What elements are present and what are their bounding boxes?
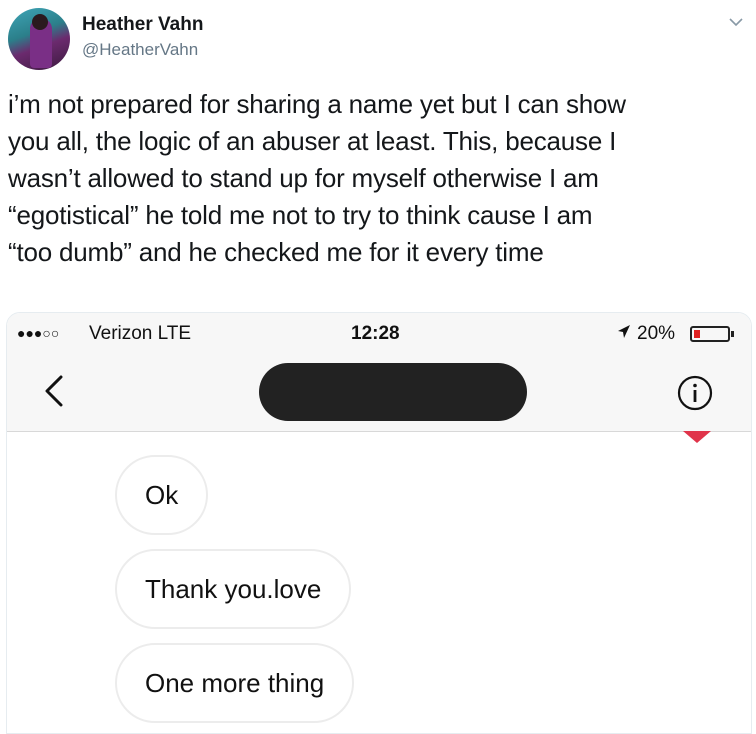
- unread-marker: [683, 431, 711, 443]
- tweet-text: i’m not prepared for sharing a name yet …: [8, 86, 748, 271]
- tweet-text-line: wasn’t allowed to stand up for myself ot…: [8, 163, 599, 193]
- avatar[interactable]: [8, 8, 70, 70]
- message-bubble[interactable]: One more thing: [115, 643, 355, 723]
- message-bubble[interactable]: Ok: [115, 455, 209, 535]
- tweet-text-line: “egotistical” he told me not to try to t…: [8, 200, 593, 230]
- tweet-text-line: i’m not prepared for sharing a name yet …: [8, 89, 626, 119]
- redacted-contact-name: [259, 363, 527, 421]
- attached-screenshot[interactable]: ●●●○○ Verizon LTE 12:28 20% Ok Thank you…: [6, 312, 752, 734]
- status-time: 12:28: [351, 323, 400, 344]
- conversation-nav-bar: [7, 353, 751, 432]
- info-icon[interactable]: [675, 373, 715, 413]
- location-arrow-icon: [618, 325, 630, 338]
- signal-strength-icon: ●●●○○: [17, 325, 60, 341]
- author-name[interactable]: Heather Vahn: [82, 14, 203, 36]
- carrier-label: Verizon LTE: [89, 323, 192, 344]
- tweet-text-line: “too dumb” and he checked me for it ever…: [8, 237, 544, 267]
- tweet-text-line: you all, the logic of an abuser at least…: [8, 126, 617, 156]
- phone-status-bar: ●●●○○ Verizon LTE 12:28 20%: [7, 313, 751, 353]
- chevron-left-icon[interactable]: [35, 371, 75, 411]
- battery-icon: [690, 326, 734, 342]
- battery-nub: [731, 331, 734, 337]
- battery-fill: [694, 330, 700, 338]
- battery-percent: 20%: [637, 323, 676, 344]
- avatar-head: [32, 14, 48, 30]
- tweet-header: Heather Vahn @HeatherVahn: [0, 0, 756, 80]
- message-bubble[interactable]: Thank you.love: [115, 549, 352, 629]
- chevron-down-icon[interactable]: [728, 14, 744, 30]
- author-handle[interactable]: @HeatherVahn: [82, 40, 198, 60]
